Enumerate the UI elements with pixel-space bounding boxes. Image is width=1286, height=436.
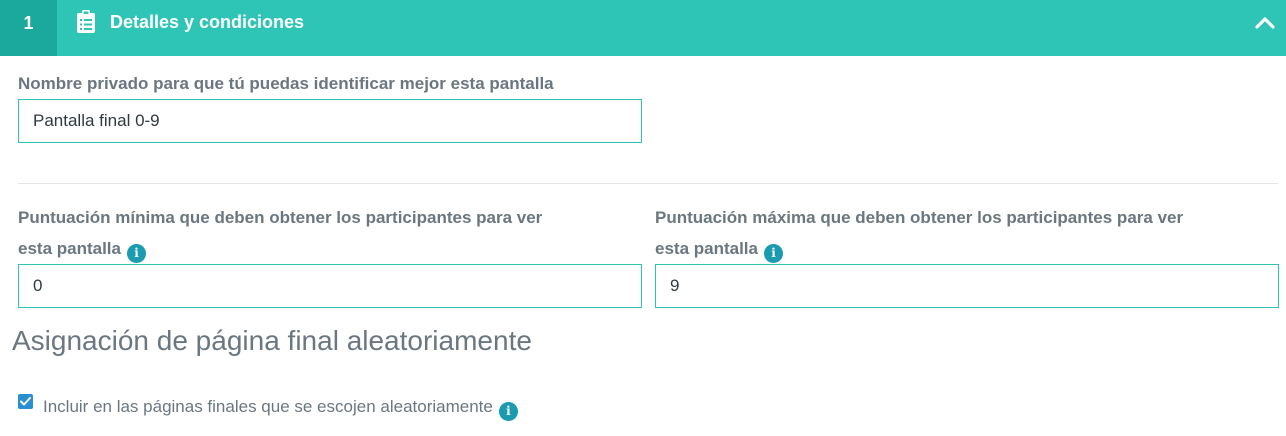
section-header[interactable]: 1 Detalles y condiciones: [0, 0, 1286, 56]
clipboard-icon: [77, 10, 95, 33]
max-score-input[interactable]: [655, 264, 1279, 308]
random-assignment-checkbox[interactable]: [18, 394, 33, 409]
min-score-label-line1: Puntuación mínima que deben obtener los …: [18, 208, 543, 227]
max-score-label-line2-row: esta pantalla i: [655, 233, 1183, 264]
checkbox-label-text: Incluir en las páginas finales que se es…: [43, 397, 493, 416]
step-number: 1: [0, 0, 57, 56]
divider: [18, 183, 1278, 184]
min-score-input[interactable]: [18, 264, 642, 308]
min-score-label: Puntuación mínima que deben obtener los …: [18, 202, 542, 264]
random-assignment-title: Asignación de página final aleatoriament…: [12, 325, 532, 356]
info-icon[interactable]: i: [498, 401, 518, 421]
min-score-label-line2: esta pantalla: [18, 239, 121, 258]
info-icon[interactable]: i: [764, 244, 783, 263]
max-score-label: Puntuación máxima que deben obtener los …: [655, 202, 1183, 264]
info-icon[interactable]: i: [127, 244, 146, 263]
random-assignment-checkbox-label[interactable]: Incluir en las páginas finales que se es…: [43, 397, 518, 421]
min-score-label-line2-row: esta pantalla i: [18, 233, 542, 264]
max-score-label-line2: esta pantalla: [655, 239, 758, 258]
checkmark-icon: [20, 397, 31, 406]
section-title: Detalles y condiciones: [110, 12, 305, 32]
private-name-input[interactable]: [18, 99, 642, 143]
private-name-label: Nombre privado para que tú puedas identi…: [18, 74, 554, 93]
chevron-up-icon[interactable]: [1254, 14, 1276, 30]
max-score-label-line1: Puntuación máxima que deben obtener los …: [655, 208, 1184, 227]
